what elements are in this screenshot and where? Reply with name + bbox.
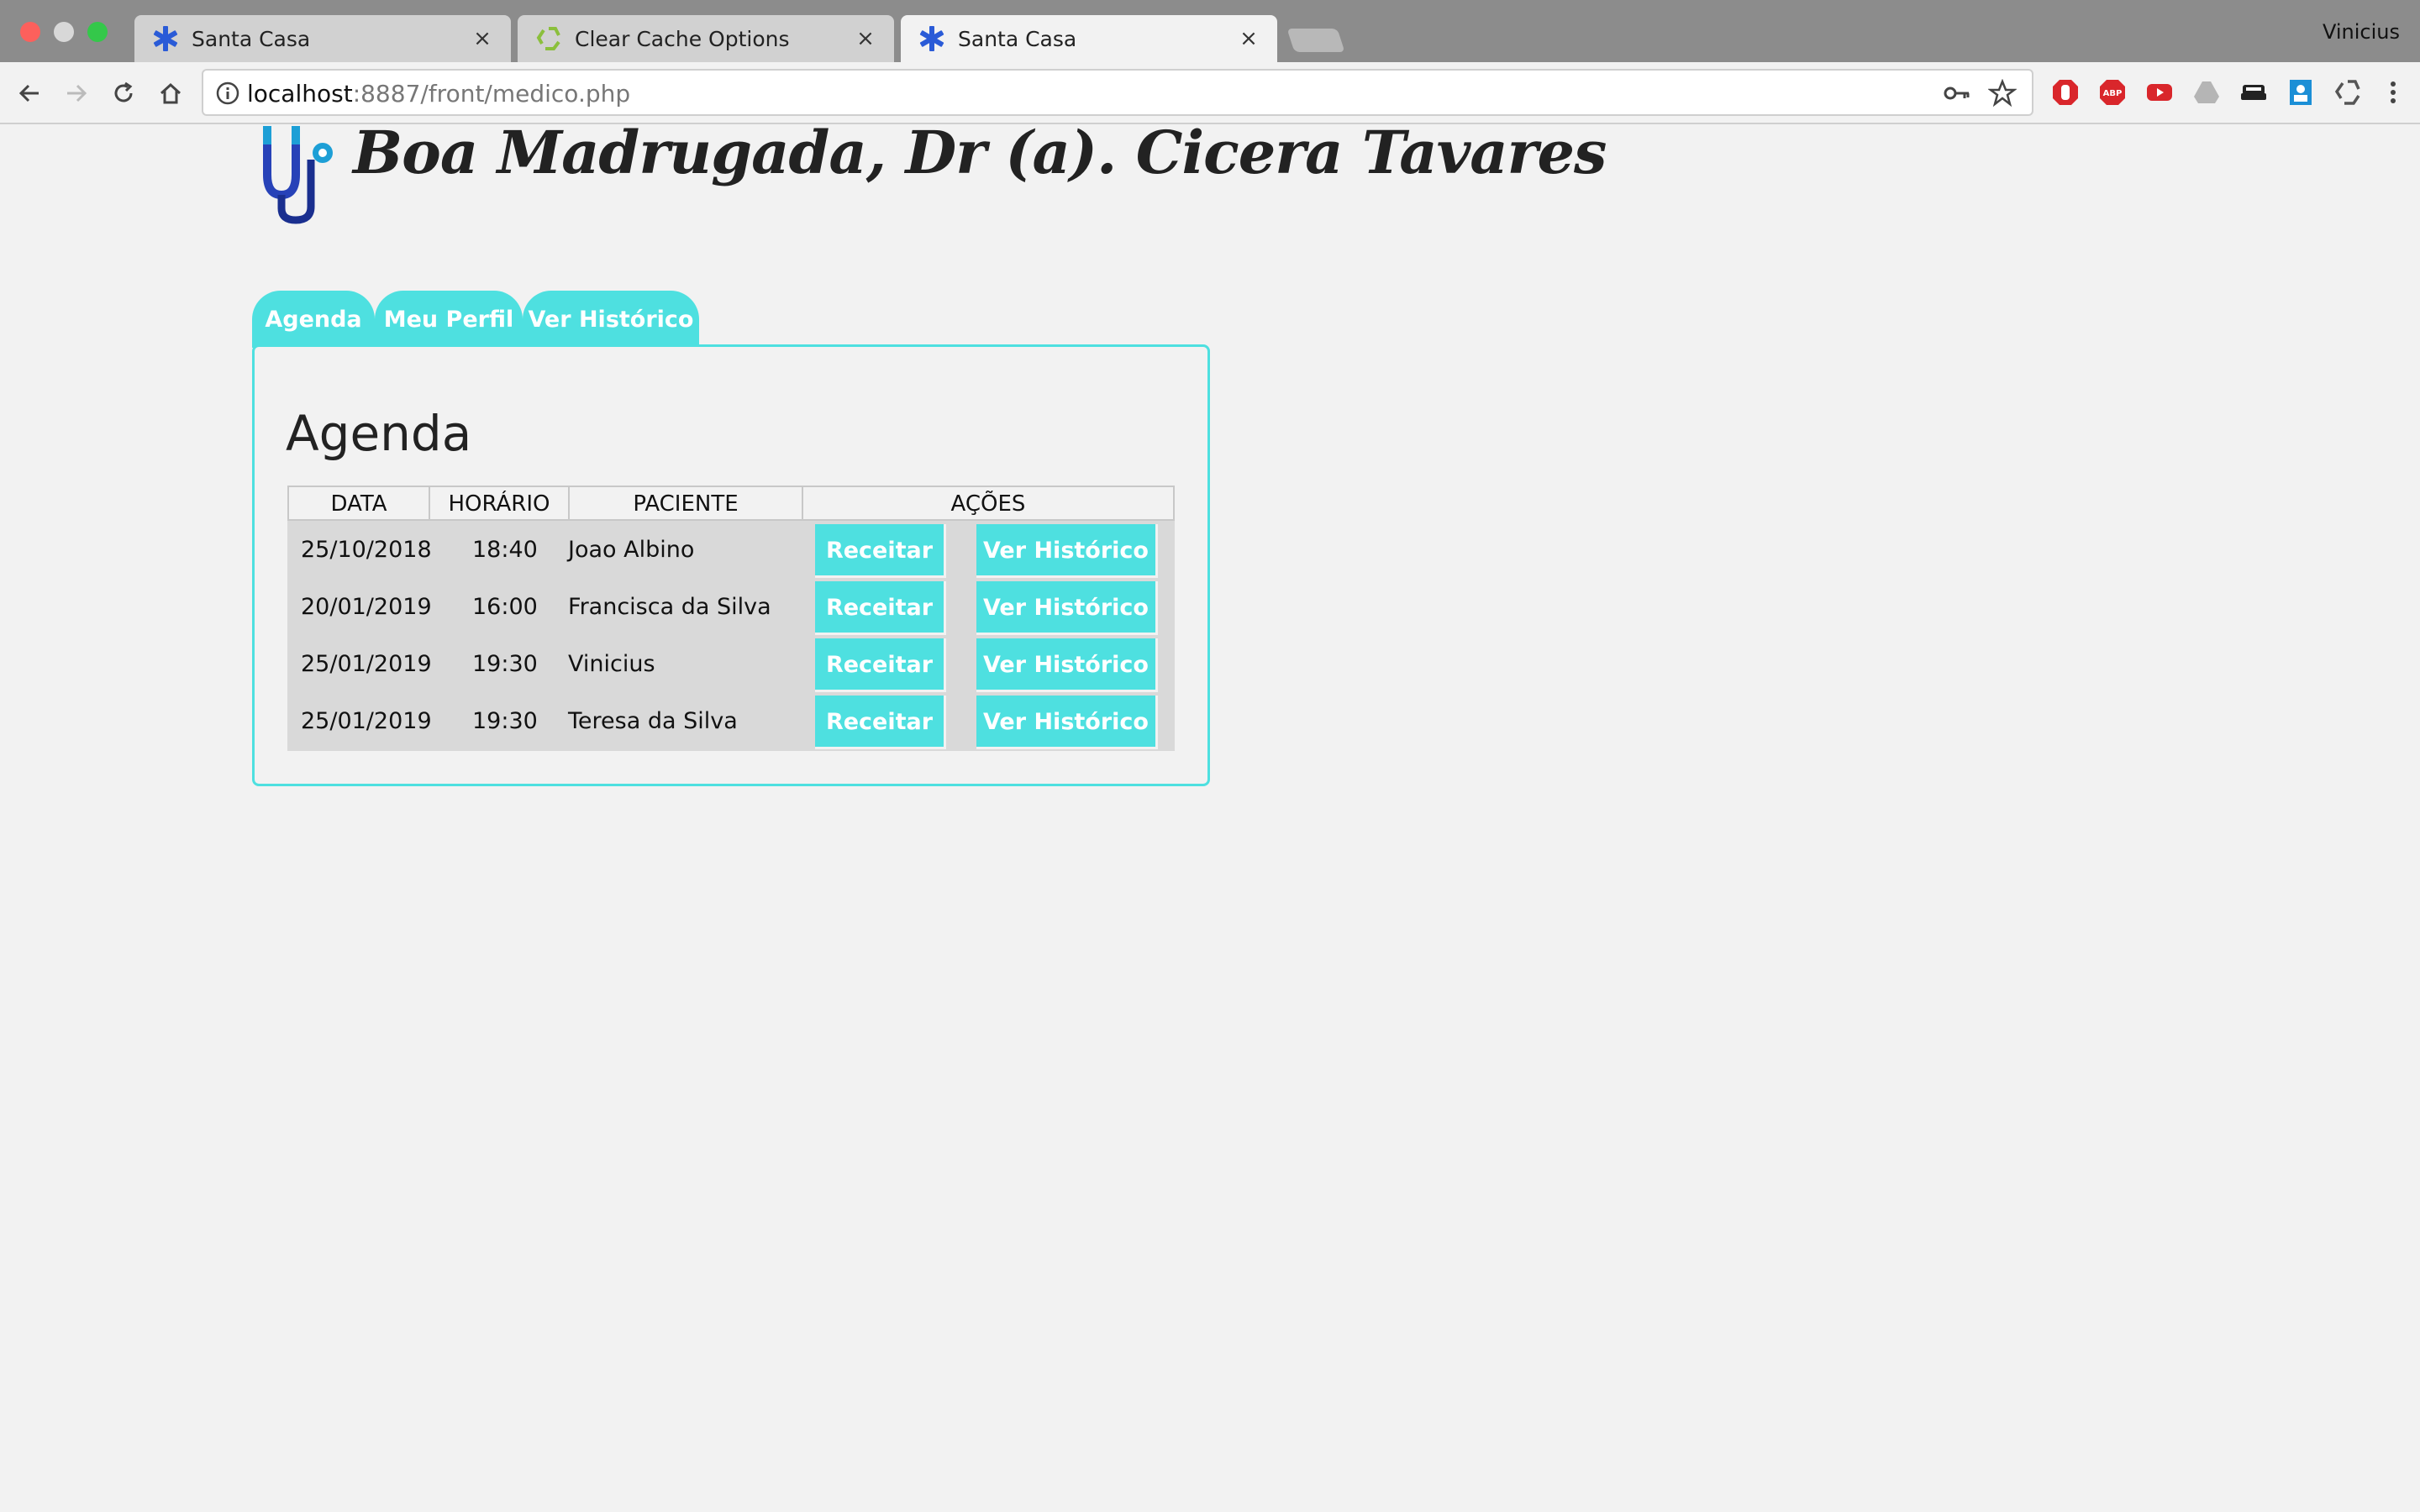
cell-patient: Francisca da Silva: [568, 594, 771, 620]
ver-historico-button[interactable]: Ver Histórico: [976, 638, 1158, 692]
drive-icon[interactable]: [2191, 77, 2222, 108]
minimize-window-button[interactable]: [54, 22, 74, 42]
tab-title: Santa Casa: [958, 26, 1077, 51]
back-arrow-icon[interactable]: [13, 77, 45, 109]
key-icon[interactable]: [1943, 81, 1971, 106]
browser-titlebar: Santa Casa × Clear Cache Options × Santa…: [0, 0, 2420, 62]
ver-historico-button[interactable]: Ver Histórico: [976, 696, 1158, 749]
column-header-horario: HORÁRIO: [430, 487, 570, 519]
table-row: 25/10/2018 18:40 Joao Albino Receitar Ve…: [287, 522, 1175, 580]
cell-time: 18:40: [472, 537, 538, 563]
browser-tab-active[interactable]: Santa Casa ×: [901, 15, 1277, 62]
table-row: 25/01/2019 19:30 Vinicius Receitar Ver H…: [287, 637, 1175, 694]
column-header-acoes: AÇÕES: [950, 491, 1026, 517]
home-icon[interactable]: [155, 77, 187, 109]
youtube-icon[interactable]: [2144, 77, 2175, 108]
recycle-icon: [534, 24, 563, 53]
tab-ver-historico[interactable]: Ver Histórico: [523, 291, 699, 348]
reload-icon[interactable]: [108, 77, 139, 109]
cell-date: 20/01/2019: [301, 594, 432, 620]
url-path: :8887/front/medico.php: [352, 80, 631, 108]
contact-card-extension-icon[interactable]: [2286, 77, 2316, 108]
table-header: DATA HORÁRIO PACIENTE AÇÕES: [287, 486, 1175, 521]
close-tab-icon[interactable]: ×: [1237, 26, 1260, 51]
cell-date: 25/01/2019: [301, 651, 432, 677]
adblock-plus-icon[interactable]: ABP: [2097, 77, 2128, 108]
new-tab-button[interactable]: [1286, 29, 1345, 52]
browser-toolbar: localhost:8887/front/medico.php ABP: [0, 62, 2420, 124]
cell-patient: Teresa da Silva: [568, 708, 738, 734]
tab-agenda[interactable]: Agenda: [252, 291, 375, 348]
column-header-paciente: PACIENTE: [570, 487, 803, 519]
close-tab-icon[interactable]: ×: [471, 26, 494, 51]
greeting-title: Boa Madrugada, Dr (a). Cicera Tavares: [353, 118, 1607, 187]
browser-tab[interactable]: Clear Cache Options ×: [518, 15, 894, 62]
star-of-life-icon: [151, 24, 180, 53]
cell-patient: Vinicius: [568, 651, 655, 677]
receitar-button[interactable]: Receitar: [815, 581, 946, 635]
url-host: localhost: [247, 80, 353, 108]
sofa-extension-icon[interactable]: [2238, 77, 2269, 108]
menu-kebab-icon[interactable]: [2378, 77, 2408, 108]
receitar-button[interactable]: Receitar: [815, 638, 946, 692]
url-text[interactable]: localhost:8887/front/medico.php: [247, 80, 630, 108]
info-icon[interactable]: [215, 81, 240, 106]
maximize-window-button[interactable]: [87, 22, 108, 42]
forward-arrow-icon[interactable]: [60, 77, 92, 109]
stethoscope-logo-icon: [257, 126, 341, 225]
recycle-extension-icon[interactable]: [2333, 77, 2363, 108]
cell-date: 25/01/2019: [301, 708, 432, 734]
ver-historico-button[interactable]: Ver Histórico: [976, 524, 1158, 578]
close-window-button[interactable]: [20, 22, 40, 42]
table-row: 25/01/2019 19:30 Teresa da Silva Receita…: [287, 694, 1175, 751]
tab-title: Santa Casa: [192, 26, 311, 51]
bookmark-star-icon[interactable]: [1987, 78, 2018, 108]
agenda-table: DATA HORÁRIO PACIENTE AÇÕES 25/10/2018 1…: [287, 486, 1175, 751]
svg-text:ABP: ABP: [2103, 89, 2123, 98]
receitar-button[interactable]: Receitar: [815, 524, 946, 578]
star-of-life-icon: [918, 24, 946, 53]
tab-title: Clear Cache Options: [575, 26, 790, 51]
stop-hand-extension-icon[interactable]: [2050, 77, 2081, 108]
profile-name[interactable]: Vinicius: [2323, 20, 2400, 44]
cell-patient: Joao Albino: [568, 537, 695, 563]
address-bar[interactable]: localhost:8887/front/medico.php: [202, 69, 2033, 116]
cell-time: 19:30: [472, 708, 538, 734]
browser-tab[interactable]: Santa Casa ×: [134, 15, 511, 62]
cell-time: 16:00: [472, 594, 538, 620]
ver-historico-button[interactable]: Ver Histórico: [976, 581, 1158, 635]
tab-meu-perfil[interactable]: Meu Perfil: [375, 291, 523, 348]
table-row: 20/01/2019 16:00 Francisca da Silva Rece…: [287, 580, 1175, 637]
cell-time: 19:30: [472, 651, 538, 677]
section-title: Agenda: [286, 405, 472, 462]
column-header-data: DATA: [289, 487, 430, 519]
cell-date: 25/10/2018: [301, 537, 432, 563]
receitar-button[interactable]: Receitar: [815, 696, 946, 749]
close-tab-icon[interactable]: ×: [854, 26, 877, 51]
